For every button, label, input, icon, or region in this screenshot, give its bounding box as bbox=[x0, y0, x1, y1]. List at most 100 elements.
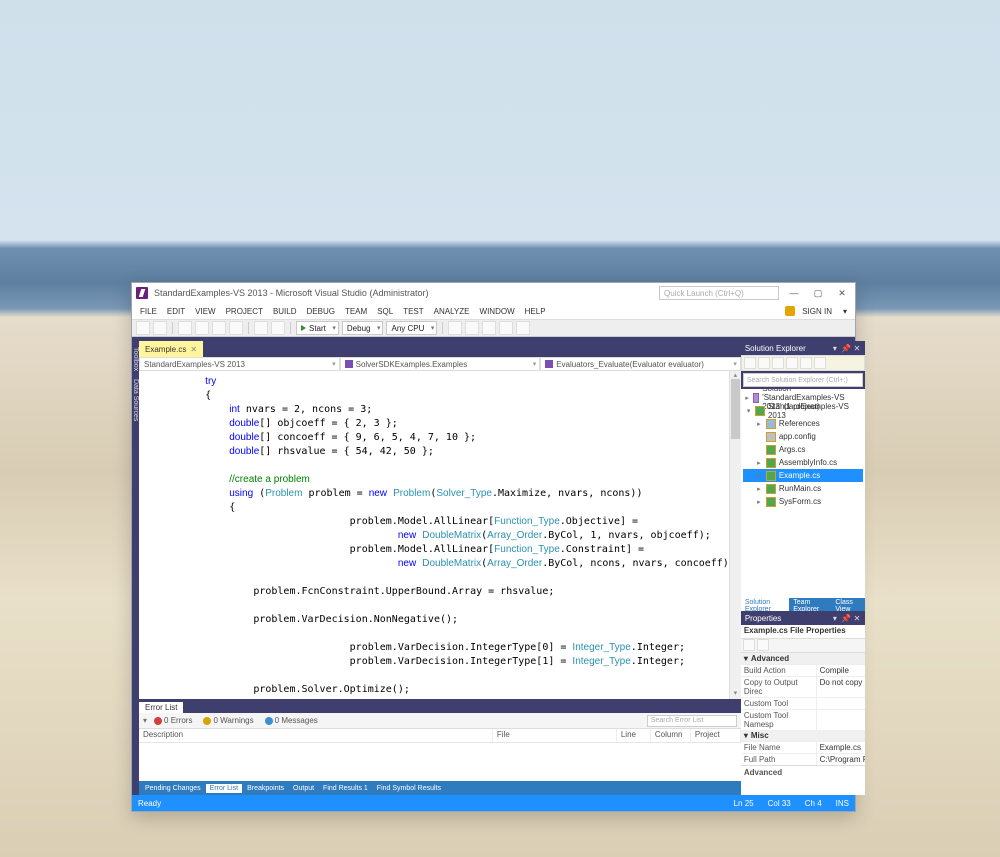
errors-filter[interactable]: 0 Errors bbox=[150, 716, 196, 725]
doc-tab-example[interactable]: Example.cs ✕ bbox=[139, 341, 203, 357]
data-sources-tab[interactable]: Data Sources bbox=[132, 375, 139, 425]
bottom-tab[interactable]: Find Results 1 bbox=[319, 784, 372, 793]
close-tab-icon[interactable]: ✕ bbox=[190, 345, 197, 354]
nav-back-button[interactable] bbox=[136, 321, 150, 335]
toolbox-tab[interactable]: Toolbox bbox=[132, 343, 139, 375]
scroll-down-icon[interactable]: ▾ bbox=[730, 689, 741, 699]
prop-row[interactable]: Build ActionCompile bbox=[741, 664, 866, 676]
start-debug-button[interactable]: Start bbox=[296, 321, 339, 335]
close-button[interactable]: ✕ bbox=[833, 286, 851, 300]
panel-dropdown-icon[interactable]: ▾ bbox=[830, 614, 839, 623]
editor-scrollbar[interactable]: ▴ ▾ bbox=[729, 371, 741, 699]
nav-member-select[interactable]: Evaluators_Evaluate(Evaluator evaluator) bbox=[540, 357, 741, 371]
menu-file[interactable]: FILE bbox=[136, 306, 161, 317]
solution-tree[interactable]: ▸Solution 'StandardExamples-VS 2013' (1 … bbox=[741, 389, 866, 598]
solution-explorer-search[interactable]: Search Solution Explorer (Ctrl+;) bbox=[743, 373, 864, 387]
minimize-button[interactable]: — bbox=[785, 286, 803, 300]
right-tab[interactable]: Team Explorer bbox=[789, 598, 831, 611]
se-properties-button[interactable] bbox=[800, 357, 812, 369]
toolbar-btn-c[interactable] bbox=[482, 321, 496, 335]
menu-analyze[interactable]: ANALYZE bbox=[430, 306, 474, 317]
messages-filter[interactable]: 0 Messages bbox=[261, 716, 322, 725]
menu-sql[interactable]: SQL bbox=[373, 306, 397, 317]
tree-item[interactable]: app.config bbox=[743, 430, 864, 443]
config-select[interactable]: Debug bbox=[342, 321, 384, 335]
tree-item[interactable]: Args.cs bbox=[743, 443, 864, 456]
bottom-tab[interactable]: Output bbox=[289, 784, 318, 793]
menu-test[interactable]: TEST bbox=[399, 306, 427, 317]
menu-edit[interactable]: EDIT bbox=[163, 306, 189, 317]
toolbar-btn-d[interactable] bbox=[499, 321, 513, 335]
tree-item[interactable]: ▸SysForm.cs bbox=[743, 495, 864, 508]
prop-row[interactable]: Full PathC:\Program File (x86)\Fron bbox=[741, 753, 866, 765]
doc-tab-label: Example.cs bbox=[145, 345, 186, 354]
prop-alpha-button[interactable] bbox=[757, 639, 769, 651]
menu-view[interactable]: VIEW bbox=[191, 306, 219, 317]
save-button[interactable] bbox=[212, 321, 226, 335]
prop-row[interactable]: File NameExample.cs bbox=[741, 741, 866, 753]
new-project-button[interactable] bbox=[178, 321, 192, 335]
error-list-body bbox=[139, 743, 741, 781]
bottom-panel: Error List ▾ 0 Errors 0 Warnings 0 Messa… bbox=[139, 699, 741, 795]
undo-button[interactable] bbox=[254, 321, 268, 335]
pin-icon[interactable]: 📌 bbox=[841, 614, 850, 623]
error-list-search[interactable]: Search Error List bbox=[647, 715, 737, 727]
panel-close-icon[interactable]: ✕ bbox=[852, 614, 861, 623]
scroll-thumb[interactable] bbox=[731, 379, 740, 439]
pin-icon[interactable]: 📌 bbox=[841, 344, 850, 353]
prop-category[interactable]: ▾ Misc bbox=[741, 730, 866, 741]
sign-in-link[interactable]: Sign in ▾ bbox=[785, 306, 851, 317]
toolbar-btn-a[interactable] bbox=[448, 321, 462, 335]
warnings-filter[interactable]: 0 Warnings bbox=[199, 716, 257, 725]
menu-window[interactable]: WINDOW bbox=[476, 306, 519, 317]
titlebar[interactable]: StandardExamples-VS 2013 - Microsoft Vis… bbox=[132, 283, 855, 303]
se-showall-button[interactable] bbox=[786, 357, 798, 369]
solution-explorer-header[interactable]: Solution Explorer ▾ 📌 ✕ bbox=[741, 341, 866, 355]
prop-categorize-button[interactable] bbox=[743, 639, 755, 651]
bottom-tab[interactable]: Find Symbol Results bbox=[373, 784, 445, 793]
toolbar-btn-e[interactable] bbox=[516, 321, 530, 335]
tree-item[interactable]: ▸Example.cs bbox=[743, 469, 864, 482]
se-preview-button[interactable] bbox=[814, 357, 826, 369]
prop-row[interactable]: Custom Tool Namesp bbox=[741, 709, 866, 730]
menu-debug[interactable]: DEBUG bbox=[303, 306, 339, 317]
bottom-tab-strip: Pending ChangesError ListBreakpointsOutp… bbox=[139, 781, 741, 795]
properties-grid[interactable]: ▾ AdvancedBuild ActionCompileCopy to Out… bbox=[741, 653, 866, 765]
open-file-button[interactable] bbox=[195, 321, 209, 335]
redo-button[interactable] bbox=[271, 321, 285, 335]
tree-item[interactable]: ▸RunMain.cs bbox=[743, 482, 864, 495]
menu-team[interactable]: TEAM bbox=[341, 306, 371, 317]
bottom-tab[interactable]: Error List bbox=[206, 784, 242, 793]
tree-item[interactable]: ▾StandardExamples-VS 2013 bbox=[743, 404, 864, 417]
nav-class-select[interactable]: SolverSDKExamples.Examples bbox=[340, 357, 541, 371]
prop-row[interactable]: Custom Tool bbox=[741, 697, 866, 709]
prop-row[interactable]: Copy to Output DirecDo not copy bbox=[741, 676, 866, 697]
properties-header[interactable]: Properties ▾ 📌 ✕ bbox=[741, 611, 866, 625]
maximize-button[interactable]: ▢ bbox=[809, 286, 827, 300]
panel-close-icon[interactable]: ✕ bbox=[852, 344, 861, 353]
se-refresh-button[interactable] bbox=[758, 357, 770, 369]
toolbar-btn-b[interactable] bbox=[465, 321, 479, 335]
menu-build[interactable]: BUILD bbox=[269, 306, 301, 317]
platform-select[interactable]: Any CPU bbox=[386, 321, 437, 335]
bottom-tab[interactable]: Breakpoints bbox=[243, 784, 288, 793]
tree-item[interactable]: ▸AssemblyInfo.cs bbox=[743, 456, 864, 469]
right-tab[interactable]: Solution Explorer bbox=[741, 598, 789, 611]
se-home-button[interactable] bbox=[744, 357, 756, 369]
menu-project[interactable]: PROJECT bbox=[222, 306, 267, 317]
nav-project-select[interactable]: StandardExamples-VS 2013 bbox=[139, 357, 340, 371]
save-all-button[interactable] bbox=[229, 321, 243, 335]
error-list-title[interactable]: Error List bbox=[139, 702, 183, 713]
code-editor[interactable]: try { int nvars = 2, ncons = 3; double[]… bbox=[139, 371, 741, 699]
right-tab-strip: Solution ExplorerTeam ExplorerClass View bbox=[741, 598, 866, 611]
info-icon bbox=[265, 717, 273, 725]
right-tab[interactable]: Class View bbox=[831, 598, 865, 611]
se-sync-button[interactable] bbox=[772, 357, 784, 369]
quick-launch-input[interactable]: Quick Launch (Ctrl+Q) bbox=[659, 286, 779, 300]
client-area: Toolbox Data Sources Example.cs ✕ Standa… bbox=[132, 337, 855, 795]
panel-dropdown-icon[interactable]: ▾ bbox=[830, 344, 839, 353]
bottom-tab[interactable]: Pending Changes bbox=[141, 784, 205, 793]
prop-category[interactable]: ▾ Advanced bbox=[741, 653, 866, 664]
nav-fwd-button[interactable] bbox=[153, 321, 167, 335]
menu-help[interactable]: HELP bbox=[521, 306, 550, 317]
